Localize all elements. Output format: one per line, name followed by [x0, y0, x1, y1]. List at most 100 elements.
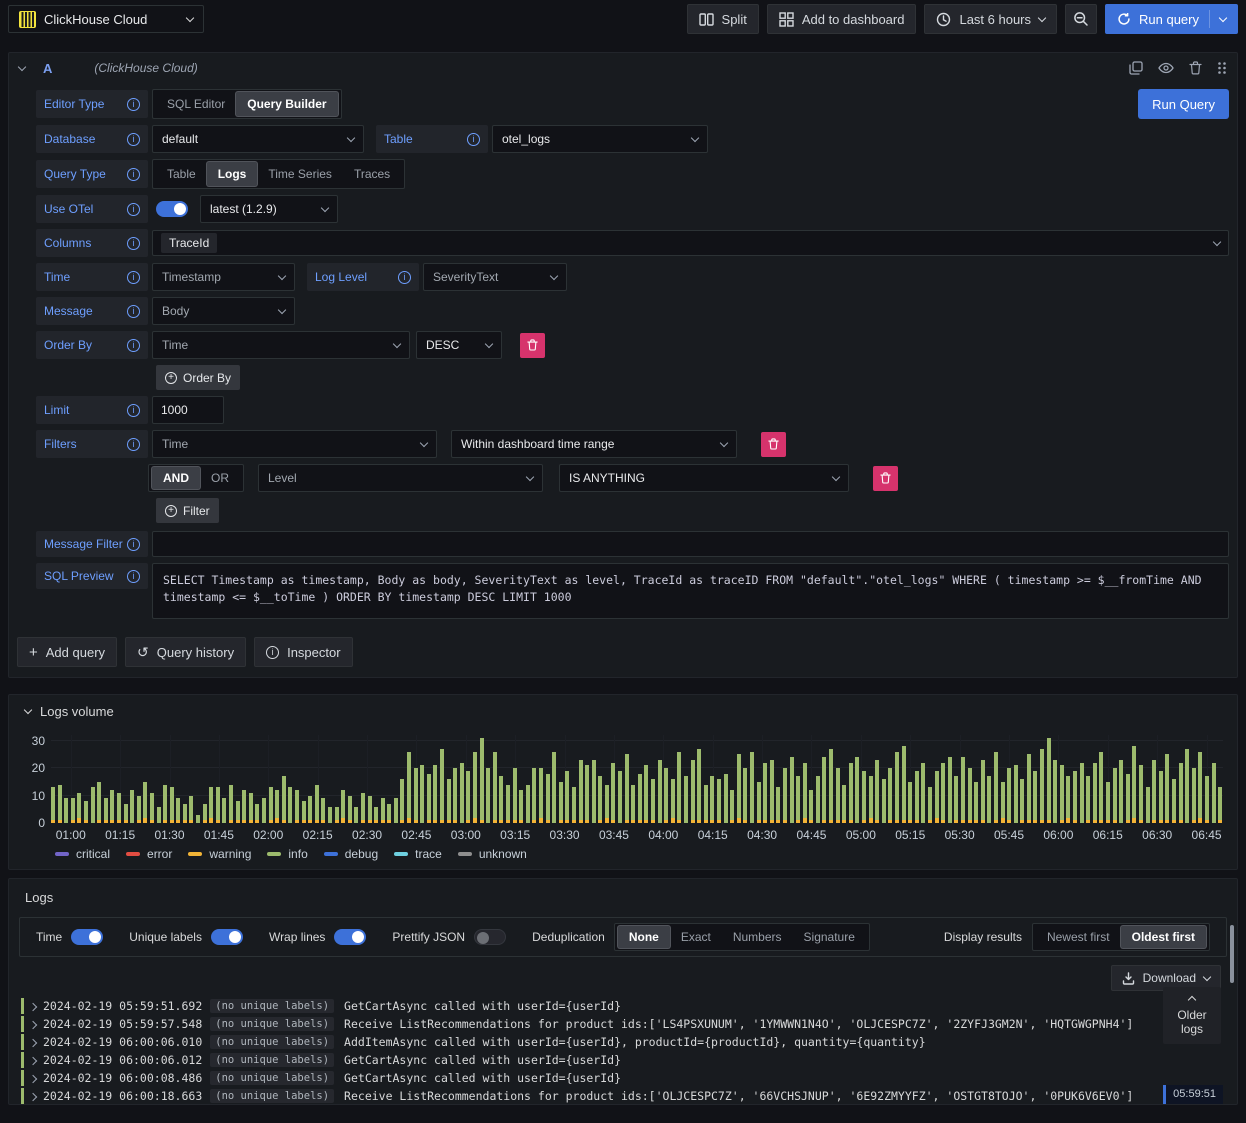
query-type-option-traces[interactable]: Traces [343, 162, 401, 186]
info-icon[interactable]: i [398, 270, 411, 284]
legend-item-error[interactable]: error [126, 847, 172, 861]
expand-chevron-icon[interactable] [28, 1038, 38, 1048]
chart-x-axis: 01:00 01:15 01:30 01:45 02:00 02:15 02:30 02:45… [51, 823, 1223, 843]
log-row[interactable]: 2024-02-19 05:59:51.692 (no unique label… [21, 997, 1227, 1015]
log-row[interactable]: 2024-02-19 06:00:06.010 (no unique label… [21, 1033, 1227, 1051]
remove-filter2-button[interactable] [873, 465, 898, 491]
filter2-column-select[interactable]: Level [258, 464, 543, 492]
table-select[interactable]: otel_logs [492, 125, 708, 153]
remove-order-by-button[interactable] [520, 332, 545, 358]
use-otel-toggle[interactable] [156, 201, 188, 217]
display-option-oldest[interactable]: Oldest first [1120, 926, 1206, 948]
expand-chevron-icon[interactable] [28, 1002, 38, 1012]
info-icon[interactable]: i [127, 537, 140, 551]
display-option-newest[interactable]: Newest first [1036, 926, 1121, 948]
older-logs-button[interactable]: Older logs [1163, 987, 1221, 1044]
filter1-column-select[interactable]: Time [152, 430, 437, 458]
prettify-json-toggle[interactable] [474, 929, 507, 945]
order-by-column-select[interactable]: Time [152, 331, 410, 359]
info-icon[interactable]: i [467, 132, 480, 146]
info-icon[interactable]: i [127, 304, 140, 318]
run-query-inline-button[interactable]: Run Query [1138, 89, 1229, 119]
add-order-by-button[interactable]: + Order By [156, 365, 241, 390]
wrap-lines-toggle[interactable] [334, 929, 367, 945]
time-column-select[interactable]: Timestamp [152, 263, 295, 291]
time-toggle[interactable] [71, 929, 104, 945]
split-button[interactable]: Split [686, 4, 759, 34]
order-by-direction-select[interactable]: DESC [416, 331, 502, 359]
log-row[interactable]: 2024-02-19 06:00:08.486 (no unique label… [21, 1069, 1227, 1087]
filter-bool-and[interactable]: AND [152, 467, 200, 489]
display-results-control: Display results Newest first Oldest firs… [944, 923, 1210, 951]
info-icon[interactable]: i [127, 132, 140, 146]
log-row[interactable]: 2024-02-19 06:00:06.012 (no unique label… [21, 1051, 1227, 1069]
info-icon[interactable]: i [127, 202, 140, 216]
editor-type-option-builder[interactable]: Query Builder [236, 92, 338, 116]
add-query-button[interactable]: + Add query [17, 637, 118, 667]
zoom-out-button[interactable] [1065, 4, 1098, 34]
expand-chevron-icon[interactable] [28, 1020, 38, 1030]
x-tick-label: 03:45 [598, 828, 629, 842]
expand-chevron-icon[interactable] [28, 1092, 38, 1102]
log-labels-badge: (no unique labels) [210, 1071, 335, 1085]
expand-chevron-icon[interactable] [28, 1056, 38, 1066]
collapse-chevron-icon[interactable] [17, 62, 27, 71]
editor-type-option-sql[interactable]: SQL Editor [156, 92, 236, 116]
query-type-option-logs[interactable]: Logs [206, 162, 258, 186]
x-tick-label: 05:15 [895, 828, 926, 842]
time-range-picker[interactable]: Last 6 hours [924, 4, 1058, 34]
columns-multiselect[interactable]: TraceId [152, 230, 1229, 256]
add-filter-button[interactable]: + Filter [156, 498, 219, 523]
trash-icon[interactable] [1189, 61, 1202, 75]
message-column-select[interactable]: Body [152, 297, 295, 325]
filter1-operator-select[interactable]: Within dashboard time range [451, 430, 737, 458]
drag-handle-icon[interactable] [1217, 61, 1227, 75]
database-select[interactable]: default [152, 125, 364, 153]
dedup-option-numbers[interactable]: Numbers [722, 926, 793, 948]
filter-bool-or[interactable]: OR [200, 467, 240, 489]
legend-item-info[interactable]: info [267, 847, 308, 861]
limit-input[interactable] [152, 396, 224, 424]
legend-item-critical[interactable]: critical [55, 847, 110, 861]
eye-icon[interactable] [1158, 62, 1174, 74]
dedup-option-exact[interactable]: Exact [670, 926, 722, 948]
info-icon[interactable]: i [127, 437, 140, 451]
dedup-option-signature[interactable]: Signature [793, 926, 866, 948]
query-history-button[interactable]: ↺ Query history [125, 637, 247, 667]
query-type-option-timeseries[interactable]: Time Series [257, 162, 343, 186]
expand-chevron-icon[interactable] [28, 1074, 38, 1084]
inspector-button[interactable]: i Inspector [254, 637, 353, 667]
run-query-button[interactable]: Run query [1105, 4, 1238, 34]
log-row[interactable]: 2024-02-19 05:59:57.548 (no unique label… [21, 1015, 1227, 1033]
filter2-operator-select[interactable]: IS ANYTHING [559, 464, 849, 492]
info-icon[interactable]: i [127, 403, 140, 417]
scrollbar-thumb[interactable] [1230, 925, 1234, 983]
datasource-picker[interactable]: ClickHouse Cloud [8, 5, 204, 33]
duplicate-icon[interactable] [1129, 61, 1143, 75]
legend-item-trace[interactable]: trace [394, 847, 442, 861]
log-row[interactable]: 2024-02-19 06:00:18.663 (no unique label… [21, 1087, 1227, 1104]
logs-volume-plot[interactable] [51, 735, 1223, 823]
query-type-option-table[interactable]: Table [156, 162, 207, 186]
otel-version-select[interactable]: latest (1.2.9) [200, 195, 338, 223]
remove-filter1-button[interactable] [761, 431, 786, 457]
legend-item-debug[interactable]: debug [323, 847, 378, 861]
columns-label: Columns i [36, 229, 148, 257]
message-filter-input[interactable] [152, 531, 1229, 557]
legend-item-warning[interactable]: warning [188, 847, 251, 861]
unique-labels-toggle[interactable] [210, 929, 243, 945]
log-level-select[interactable]: SeverityText [423, 263, 567, 291]
filters-label: Filters i [36, 430, 148, 458]
info-icon[interactable]: i [127, 270, 140, 284]
legend-item-unknown[interactable]: unknown [457, 847, 527, 861]
log-rows: 2024-02-19 05:59:51.692 (no unique label… [9, 995, 1237, 1104]
dedup-option-none[interactable]: None [617, 926, 670, 948]
collapse-chevron-icon[interactable] [23, 705, 33, 714]
column-chip[interactable]: TraceId [161, 233, 218, 253]
info-icon[interactable]: i [127, 236, 140, 250]
info-icon[interactable]: i [127, 569, 140, 583]
add-to-dashboard-button[interactable]: Add to dashboard [766, 4, 917, 34]
info-icon[interactable]: i [127, 167, 140, 181]
info-icon[interactable]: i [127, 338, 140, 352]
info-icon[interactable]: i [127, 97, 140, 111]
